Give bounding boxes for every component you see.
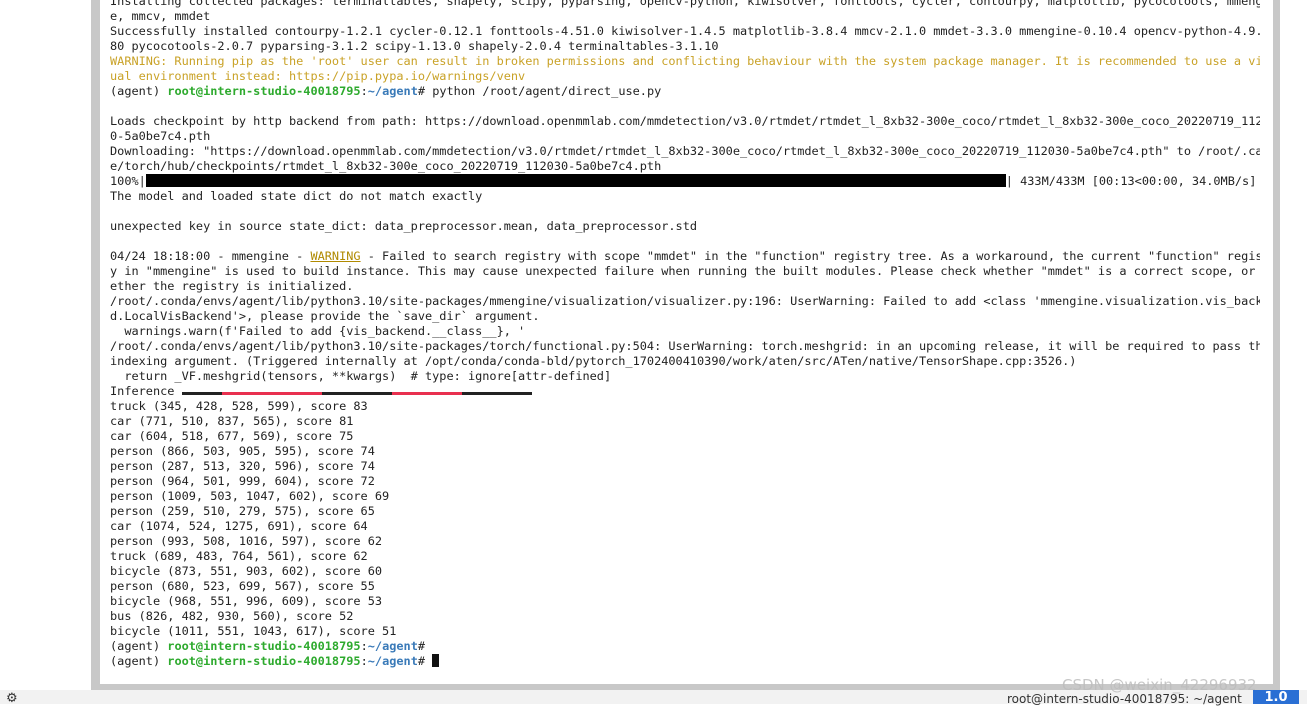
left-gutter (0, 0, 91, 690)
warning-text: - Failed to search registry with scope "… (360, 249, 1260, 263)
detection-line: bicycle (968, 551, 996, 609), score 53 (110, 594, 383, 608)
detection-line: car (604, 518, 677, 569), score 75 (110, 429, 354, 443)
prompt-colon: : (360, 654, 368, 668)
detection-line: person (993, 508, 1016, 597), score 62 (110, 534, 383, 548)
status-badge[interactable]: 1.0 (1253, 690, 1299, 705)
output-line: return _VF.meshgrid(tensors, **kwargs) #… (110, 369, 612, 383)
text-cursor[interactable] (432, 654, 440, 667)
output-line: Successfully installed contourpy-1.2.1 c… (110, 24, 1260, 38)
command-text: python /root/agent/direct_use.py (432, 84, 662, 98)
prompt-line: (agent) root@intern-studio-40018795:~/ag… (110, 84, 1260, 99)
prompt-path: ~/agent (367, 654, 418, 668)
terminal-window[interactable]: Installing collected packages: terminalt… (100, 0, 1273, 684)
output-line: 0-5a0be7c4.pth (110, 129, 211, 143)
output-line: Installing collected packages: terminalt… (110, 0, 1260, 8)
inference-label: Inference (110, 384, 182, 398)
watermark: CSDN @weixin_42296932 (1062, 676, 1257, 694)
gear-icon[interactable]: ⚙ (6, 692, 18, 705)
output-line: unexpected key in source state_dict: dat… (110, 219, 698, 233)
prompt-path: ~/agent (367, 639, 418, 653)
output-line: e, mmcv, mmdet (110, 9, 211, 23)
inference-progress-bar (181, 392, 532, 395)
detection-line: person (866, 503, 905, 595), score 74 (110, 444, 375, 458)
progress-stats: | 433M/433M [00:13<00:00, 34.0MB/s] (1005, 174, 1257, 188)
prompt-hash: # (417, 84, 433, 98)
prompt-user-host: root@intern-studio-40018795 (167, 639, 361, 653)
output-line: 80 pycocotools-2.0.7 pyparsing-3.1.2 sci… (110, 39, 719, 53)
progress-percent: 100%| (110, 174, 146, 188)
progress-line: 100%| | 433M/433M [00:13<00:00, 34.0MB/s] (110, 174, 1260, 189)
detection-line: truck (689, 483, 764, 561), score 62 (110, 549, 368, 563)
terminal-output: Installing collected packages: terminalt… (110, 0, 1260, 669)
detection-line: bus (826, 482, 930, 560), score 52 (110, 609, 354, 623)
detection-line: truck (345, 428, 528, 599), score 83 (110, 399, 368, 413)
detection-line: person (1009, 503, 1047, 602), score 69 (110, 489, 390, 503)
conda-env: (agent) (110, 654, 168, 668)
prompt-user-host: root@intern-studio-40018795 (167, 84, 361, 98)
output-line: warnings.warn(f'Failed to add {vis_backe… (110, 324, 526, 338)
registry-warning-line: 04/24 18:18:00 - mmengine - WARNING - Fa… (110, 249, 1260, 264)
prompt-hash: # (417, 639, 433, 653)
output-line: e/torch/hub/checkpoints/rtmdet_l_8xb32-3… (110, 159, 662, 173)
output-line: /root/.conda/envs/agent/lib/python3.10/s… (110, 294, 1260, 308)
download-progress-bar (145, 174, 1006, 187)
log-prefix: 04/24 18:18:00 - mmengine - (110, 249, 311, 263)
output-line: The model and loaded state dict do not m… (110, 189, 483, 203)
output-line: indexing argument. (Triggered internally… (110, 354, 1077, 368)
detection-line: bicycle (1011, 551, 1043, 617), score 51 (110, 624, 397, 638)
inference-line: Inference (110, 384, 1260, 399)
prompt-path: ~/agent (367, 84, 418, 98)
output-line: y in "mmengine" is used to build instanc… (110, 264, 1260, 278)
output-line: ether the registry is initialized. (110, 279, 354, 293)
detection-line: person (259, 510, 279, 575), score 65 (110, 504, 375, 518)
conda-env: (agent) (110, 84, 168, 98)
active-prompt-line[interactable]: (agent) root@intern-studio-40018795:~/ag… (110, 654, 1260, 669)
output-line: Downloading: "https://download.openmmlab… (110, 144, 1260, 158)
pip-warning-line: WARNING: Running pip as the 'root' user … (110, 54, 1260, 68)
output-line: Loads checkpoint by http backend from pa… (110, 114, 1260, 128)
detection-line: person (964, 501, 999, 604), score 72 (110, 474, 375, 488)
detection-line: car (1074, 524, 1275, 691), score 64 (110, 519, 368, 533)
output-line: /root/.conda/envs/agent/lib/python3.10/s… (110, 339, 1260, 353)
output-line: d.LocalVisBackend'>, please provide the … (110, 309, 540, 323)
prompt-colon: : (360, 84, 368, 98)
pip-warning-line: ual environment instead: https://pip.pyp… (110, 69, 526, 83)
detection-line: person (680, 523, 699, 567), score 55 (110, 579, 375, 593)
detection-line: person (287, 513, 320, 596), score 74 (110, 459, 375, 473)
warning-label: WARNING (310, 249, 361, 263)
prompt-user-host: root@intern-studio-40018795 (167, 654, 361, 668)
prompt-colon: : (360, 639, 368, 653)
detection-line: bicycle (873, 551, 903, 602), score 60 (110, 564, 383, 578)
prompt-line: (agent) root@intern-studio-40018795:~/ag… (110, 639, 1260, 654)
prompt-hash: # (417, 654, 433, 668)
conda-env: (agent) (110, 639, 168, 653)
detection-line: car (771, 510, 837, 565), score 81 (110, 414, 354, 428)
